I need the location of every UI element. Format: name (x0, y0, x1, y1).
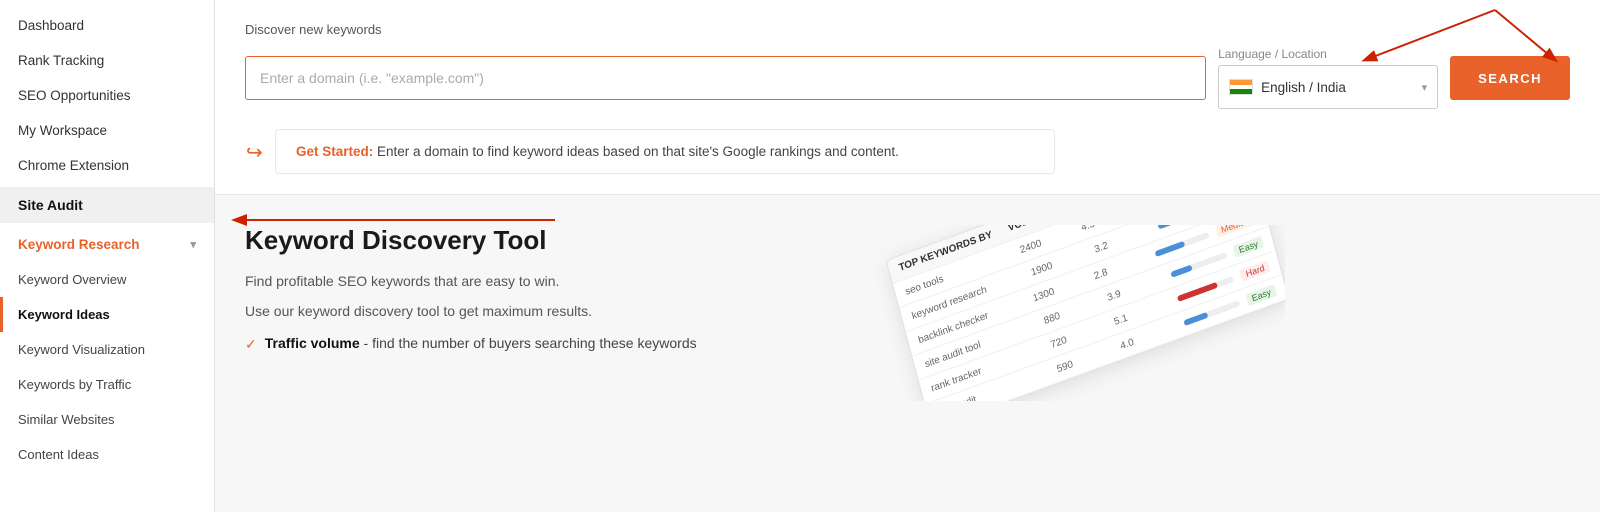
search-row: Language / Location English / India ▾ SE… (245, 47, 1570, 109)
get-started-text: Get Started: Enter a domain to find keyw… (296, 144, 899, 159)
sidebar-item-dashboard[interactable]: Dashboard (0, 8, 214, 43)
content-desc-2: Use our keyword discovery tool to get ma… (245, 300, 845, 322)
language-value: English / India (1261, 80, 1413, 95)
india-flag-icon (1229, 79, 1253, 95)
sidebar-item-keyword-research[interactable]: Keyword Research ▾ (0, 227, 214, 262)
get-started-box: ↩ Get Started: Enter a domain to find ke… (275, 129, 1055, 174)
sidebar: Dashboard Rank Tracking SEO Opportunitie… (0, 0, 215, 512)
feature-item-1: ✓ Traffic volume - find the number of bu… (245, 335, 845, 353)
content-title: Keyword Discovery Tool (245, 225, 845, 256)
sidebar-item-site-audit[interactable]: Site Audit (0, 187, 214, 223)
sidebar-item-keywords-by-traffic[interactable]: Keywords by Traffic (0, 367, 214, 402)
language-location-label: Language / Location (1218, 47, 1438, 61)
search-area: Discover new keywords Language / Locatio… (215, 0, 1600, 195)
sidebar-item-chrome-extension[interactable]: Chrome Extension (0, 148, 214, 183)
content-desc-1: Find profitable SEO keywords that are ea… (245, 270, 845, 292)
sidebar-item-keyword-overview[interactable]: Keyword Overview (0, 262, 214, 297)
sidebar-item-content-ideas[interactable]: Content Ideas (0, 437, 214, 472)
sidebar-item-keyword-ideas[interactable]: Keyword Ideas (0, 297, 214, 332)
sidebar-item-seo-opportunities[interactable]: SEO Opportunities (0, 78, 214, 113)
get-started-label: Get Started: (296, 144, 373, 159)
content-area: Keyword Discovery Tool Find profitable S… (215, 195, 1600, 431)
mock-table-visual: TOP KEYWORDS BY VOL CPC KD POTENTIAL seo… (886, 225, 1285, 401)
table-mockup: TOP KEYWORDS BY VOL CPC KD POTENTIAL seo… (865, 225, 1285, 401)
search-button[interactable]: SEARCH (1450, 56, 1570, 100)
language-location-wrapper: Language / Location English / India ▾ (1218, 47, 1438, 109)
language-select[interactable]: English / India ▾ (1218, 65, 1438, 109)
feature-1-bold: Traffic volume (265, 335, 360, 351)
domain-input[interactable] (245, 56, 1206, 100)
sidebar-item-my-workspace[interactable]: My Workspace (0, 113, 214, 148)
sidebar-item-keyword-visualization[interactable]: Keyword Visualization (0, 332, 214, 367)
chevron-down-icon: ▾ (1422, 81, 1428, 94)
chevron-down-icon: ▾ (190, 238, 196, 251)
curved-arrow-icon: ↩ (246, 140, 263, 165)
content-left: Keyword Discovery Tool Find profitable S… (245, 225, 845, 401)
discover-label: Discover new keywords (245, 22, 1570, 37)
sidebar-item-rank-tracking[interactable]: Rank Tracking (0, 43, 214, 78)
sidebar-item-similar-websites[interactable]: Similar Websites (0, 402, 214, 437)
main-content: Discover new keywords Language / Locatio… (215, 0, 1600, 512)
checkmark-icon: ✓ (245, 336, 257, 353)
get-started-body: Enter a domain to find keyword ideas bas… (377, 144, 899, 159)
feature-1-text: - find the number of buyers searching th… (360, 335, 697, 351)
